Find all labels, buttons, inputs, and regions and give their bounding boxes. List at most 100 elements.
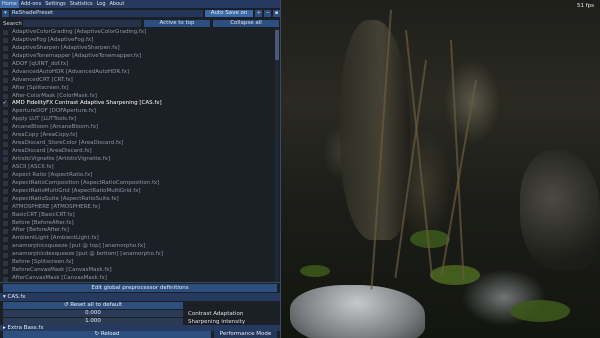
- preset-menu-button[interactable]: ▾: [2, 10, 9, 17]
- effect-list-item[interactable]: Before [Splitscreen.fx]: [3, 259, 273, 267]
- effect-list-item[interactable]: AmbientLight [AmbientLight.fx]: [3, 235, 273, 243]
- autosave-button[interactable]: Auto Save on: [204, 10, 254, 17]
- effect-checkbox[interactable]: [3, 260, 8, 266]
- effect-list-item[interactable]: After-ColorMask [ColorMask.fx]: [3, 93, 273, 101]
- effect-checkbox[interactable]: [3, 38, 8, 44]
- effect-list-item[interactable]: AdvancedAutoHDR [AdvancedAutoHDR.fx]: [3, 69, 273, 77]
- effect-label: AdvancedAutoHDR [AdvancedAutoHDR.fx]: [12, 68, 130, 75]
- search-input[interactable]: [23, 20, 141, 27]
- effect-list-item[interactable]: anamorphicsqueeze [put @ top] [anamorpho…: [3, 243, 273, 251]
- effect-checkbox[interactable]: [3, 213, 8, 219]
- effect-list-item[interactable]: BeforeCanvasMask [CanvasMask.fx]: [3, 267, 273, 275]
- effect-list-item[interactable]: AdaptiveColorGrading [AdaptiveColorGradi…: [3, 29, 273, 37]
- effect-checkbox[interactable]: [3, 276, 8, 282]
- contrast-adaptation-slider[interactable]: 0.000: [3, 310, 183, 317]
- effect-list-item[interactable]: AspectRatioComposition [AspectRatioCompo…: [3, 180, 273, 188]
- effect-list-item[interactable]: AspectRatioMultiGrid [AspectRatioMultiGr…: [3, 188, 273, 196]
- effect-checkbox[interactable]: [3, 157, 8, 163]
- effect-label: anamorphicdesqueeze [put @ bottom] [anam…: [12, 251, 163, 258]
- effect-list-item[interactable]: ADOF [qUINT_dof.fx]: [3, 61, 273, 69]
- tab-about[interactable]: About: [108, 0, 127, 8]
- effect-list-item[interactable]: AfterCanvasMask [CanvasMask.fx]: [3, 275, 273, 282]
- reload-button[interactable]: ↻ Reload: [3, 330, 211, 338]
- effect-checkbox[interactable]: [3, 205, 8, 211]
- effect-checkbox[interactable]: [3, 78, 8, 84]
- effect-list-item[interactable]: AdvancedCRT [CRT.fx]: [3, 77, 273, 85]
- active-to-top-button[interactable]: Active to top: [144, 20, 210, 27]
- add-preset-button[interactable]: +: [255, 10, 263, 17]
- save-preset-button[interactable]: ▪: [273, 10, 280, 17]
- effect-list-item[interactable]: AreaCopy [AreaCopy.fx]: [3, 132, 273, 140]
- effect-checkbox[interactable]: [3, 228, 8, 234]
- effect-checkbox[interactable]: [3, 252, 8, 258]
- effect-list-item[interactable]: ArcaneBloom [ArcaneBloom.fx]: [3, 124, 273, 132]
- moss: [430, 265, 480, 285]
- effect-list-item[interactable]: After [BeforeAfter.fx]: [3, 227, 273, 235]
- scrollbar-thumb[interactable]: [275, 30, 279, 60]
- effect-list-item[interactable]: BasicCRT [BasicCRT.fx]: [3, 212, 273, 220]
- effect-checkbox[interactable]: [3, 244, 8, 250]
- effect-checkbox[interactable]: [3, 99, 8, 107]
- effect-list-item[interactable]: AdaptiveFog [AdaptiveFog.fx]: [3, 37, 273, 45]
- effect-list-item[interactable]: Aspect Ratio [AspectRatio.fx]: [3, 172, 273, 180]
- effect-list-item[interactable]: anamorphicdesqueeze [put @ bottom] [anam…: [3, 251, 273, 259]
- effect-label: AreaDiscard [AreaDiscard.fx]: [12, 148, 92, 155]
- effect-checkbox[interactable]: [3, 30, 8, 36]
- effect-list-item[interactable]: ApertureDOF [DOFAperture.fx]: [3, 108, 273, 116]
- effect-checkbox[interactable]: [3, 125, 8, 131]
- tab-home[interactable]: Home: [0, 0, 19, 8]
- effect-label: ASCII [ASCII.fx]: [12, 163, 54, 170]
- effect-checkbox[interactable]: [3, 173, 8, 179]
- effect-list-item[interactable]: AMD FidelityFX Contrast Adaptive Sharpen…: [3, 99, 273, 108]
- effect-list-item[interactable]: Apply LUT [LUTTools.fx]: [3, 116, 273, 124]
- effect-list-item[interactable]: Before [BeforeAfter.fx]: [3, 220, 273, 228]
- effect-list-item[interactable]: ATMOSPHERE [ATMOSPHERE.fx]: [3, 204, 273, 212]
- performance-mode-button[interactable]: Performance Mode: [214, 330, 277, 338]
- preset-selector[interactable]: ReShadePreset: [9, 10, 203, 17]
- remove-preset-button[interactable]: −: [264, 10, 272, 17]
- effect-checkbox[interactable]: [3, 165, 8, 171]
- effect-list-item[interactable]: After [Splitscreen.fx]: [3, 85, 273, 93]
- effect-checkbox[interactable]: [3, 197, 8, 203]
- edit-global-definitions-button[interactable]: Edit global preprocessor definitions: [3, 284, 277, 292]
- effect-list-item[interactable]: ArtisticVignette [ArtisticVignette.fx]: [3, 156, 273, 164]
- fps-counter: 51 fps: [576, 3, 594, 9]
- effect-checkbox[interactable]: [3, 70, 8, 76]
- effect-checkbox[interactable]: [3, 236, 8, 242]
- effect-checkbox[interactable]: [3, 62, 8, 68]
- effect-list-item[interactable]: AspectRatioSuite [AspectRatioSuite.fx]: [3, 196, 273, 204]
- rock-wall: [340, 20, 410, 240]
- effect-checkbox[interactable]: [3, 268, 8, 274]
- tab-add-ons[interactable]: Add-ons: [19, 0, 43, 8]
- effect-checkbox[interactable]: [3, 54, 8, 60]
- effect-list-item[interactable]: AdaptiveSharpen [AdaptiveSharpen.fx]: [3, 45, 273, 53]
- effect-checkbox[interactable]: [3, 149, 8, 155]
- cas-section-header[interactable]: ▾ CAS.fx: [0, 293, 280, 301]
- effect-list-container: AdaptiveColorGrading [AdaptiveColorGradi…: [3, 29, 280, 282]
- effect-list-item[interactable]: ASCII [ASCII.fx]: [3, 164, 273, 172]
- effect-list-item[interactable]: AreaDiscard [AreaDiscard.fx]: [3, 148, 273, 156]
- effect-label: AreaCopy [AreaCopy.fx]: [12, 132, 78, 139]
- effect-label: ADOF [qUINT_dof.fx]: [12, 60, 69, 67]
- collapse-all-button[interactable]: Collapse all: [213, 20, 279, 27]
- sharpening-intensity-slider[interactable]: 1.000: [3, 318, 183, 325]
- effect-checkbox[interactable]: [3, 109, 8, 115]
- param-row-sharpening-intensity: 1.000 Sharpening intensity: [3, 318, 280, 325]
- effect-label: ApertureDOF [DOFAperture.fx]: [12, 108, 97, 115]
- effect-checkbox[interactable]: [3, 189, 8, 195]
- effect-checkbox[interactable]: [3, 181, 8, 187]
- contrast-adaptation-label: Contrast Adaptation: [188, 310, 244, 317]
- tab-log[interactable]: Log: [95, 0, 108, 8]
- effect-checkbox[interactable]: [3, 141, 8, 147]
- effect-checkbox[interactable]: [3, 133, 8, 139]
- effect-list-item[interactable]: AreaDiscard_StoreColor [AreaDiscard.fx]: [3, 140, 273, 148]
- effect-checkbox[interactable]: [3, 220, 8, 226]
- reset-all-button[interactable]: ↺ Reset all to default: [3, 302, 183, 309]
- tab-settings[interactable]: Settings: [43, 0, 68, 8]
- effect-list-scrollbar[interactable]: [275, 29, 279, 282]
- effect-checkbox[interactable]: [3, 46, 8, 52]
- tab-statistics[interactable]: Statistics: [68, 0, 95, 8]
- effect-checkbox[interactable]: [3, 86, 8, 92]
- effect-checkbox[interactable]: [3, 117, 8, 123]
- effect-list-item[interactable]: AdaptiveTonemapper [AdaptiveTonemapper.f…: [3, 53, 273, 61]
